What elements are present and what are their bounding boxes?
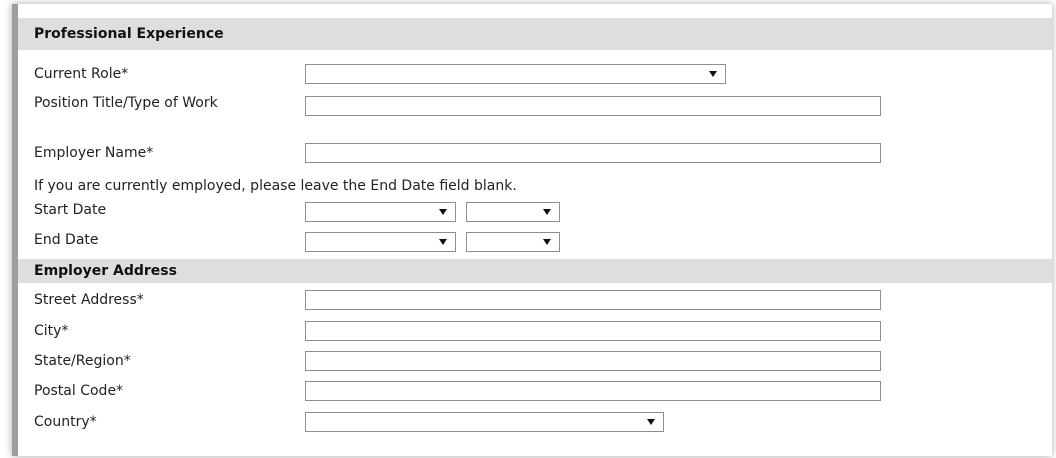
postal-code-input[interactable] (305, 381, 881, 401)
chevron-down-icon (709, 71, 717, 77)
state-region-input[interactable] (305, 351, 881, 371)
employer-name-input[interactable] (305, 143, 881, 163)
left-accent-bar (12, 4, 18, 456)
section-header-employer-address: Employer Address (18, 259, 1052, 283)
chevron-down-icon (543, 209, 551, 215)
start-date-year-select[interactable] (466, 202, 560, 222)
chevron-down-icon (439, 239, 447, 245)
section-title: Employer Address (34, 263, 177, 279)
current-role-select[interactable] (305, 64, 726, 84)
start-date-label: Start Date (34, 202, 107, 218)
state-region-label: State/Region* (34, 353, 131, 369)
application-form-panel: Professional Experience Current Role* Po… (12, 4, 1052, 456)
position-title-input[interactable] (305, 96, 881, 116)
section-header-professional-experience: Professional Experience (18, 18, 1052, 50)
employer-name-label: Employer Name* (34, 145, 154, 161)
section-title: Professional Experience (34, 26, 224, 42)
end-date-year-select[interactable] (466, 232, 560, 252)
start-date-month-select[interactable] (305, 202, 456, 222)
end-date-note: If you are currently employed, please le… (34, 178, 517, 194)
city-input[interactable] (305, 321, 881, 341)
chevron-down-icon (439, 209, 447, 215)
street-address-label: Street Address* (34, 292, 144, 308)
chevron-down-icon (543, 239, 551, 245)
postal-code-label: Postal Code* (34, 383, 124, 399)
end-date-month-select[interactable] (305, 232, 456, 252)
country-select[interactable] (305, 412, 664, 432)
country-label: Country* (34, 414, 97, 430)
current-role-label: Current Role* (34, 66, 129, 82)
chevron-down-icon (647, 419, 655, 425)
position-title-label: Position Title/Type of Work (34, 95, 218, 111)
street-address-input[interactable] (305, 290, 881, 310)
city-label: City* (34, 323, 69, 339)
end-date-label: End Date (34, 232, 99, 248)
